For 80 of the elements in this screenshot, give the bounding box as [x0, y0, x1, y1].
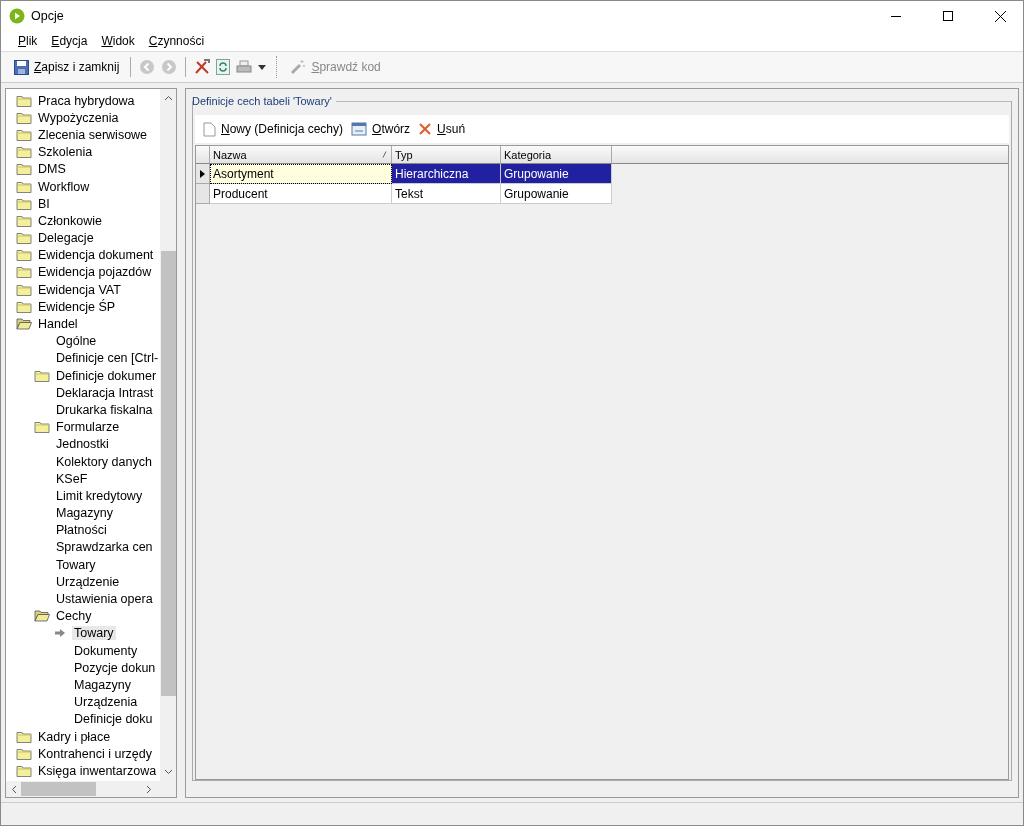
table-cell[interactable]: Producent	[210, 184, 392, 204]
tree-item[interactable]: Urządzenia	[72, 695, 140, 710]
tree-item[interactable]: Definicje dokumer	[54, 368, 159, 383]
tools-icon[interactable]	[194, 59, 211, 75]
vertical-scrollbar[interactable]	[160, 89, 176, 781]
table-cell[interactable]: Grupowanie	[501, 184, 612, 204]
menu-item[interactable]: Czynności	[141, 34, 212, 48]
arrow-icon	[54, 628, 66, 639]
tree-item[interactable]: Ogólne	[54, 334, 99, 349]
save-button[interactable]: Zapisz i zamknij	[11, 57, 123, 77]
tree-item[interactable]: Cechy	[54, 609, 94, 624]
menu-item[interactable]: Edycja	[44, 34, 95, 48]
table-cell[interactable]: Hierarchiczna	[392, 164, 501, 184]
maximize-icon[interactable]	[943, 11, 953, 21]
tree-item[interactable]: BI	[36, 196, 52, 211]
horizontal-scrollbar[interactable]	[6, 781, 176, 797]
menu-item[interactable]: Plik	[11, 34, 45, 48]
caret-icon[interactable]	[258, 64, 267, 70]
tree-item[interactable]: Drukarka fiskalna	[54, 402, 155, 417]
close-icon[interactable]	[994, 10, 1006, 22]
tree-item[interactable]: Ewidencja dokument	[36, 248, 156, 263]
tree-item[interactable]: Limit kredytowy	[54, 488, 145, 503]
tree-item[interactable]: Definicje cen [Ctrl-	[54, 351, 160, 366]
tree-item[interactable]: Towary	[54, 557, 98, 572]
tree-item[interactable]: Członkowie	[36, 213, 104, 228]
tree-item[interactable]: Wypożyczenia	[36, 110, 121, 125]
chevron-up-icon[interactable]	[163, 95, 173, 101]
tree-item[interactable]: Sprawdzarka cen	[54, 540, 155, 555]
tree-item[interactable]: Magazyny	[72, 677, 133, 692]
tree-item[interactable]: Ustawienia opera	[54, 592, 155, 607]
tree-item[interactable]: Jednostki	[54, 437, 111, 452]
tree-item[interactable]: Kolektory danych	[54, 454, 154, 469]
group-title: Definicje cech tabeli 'Towary'	[192, 95, 332, 107]
tree-item[interactable]: Zlecenia serwisowe	[36, 127, 150, 142]
tree-item[interactable]: Kadry i płace	[36, 729, 113, 744]
new-button[interactable]: Nowy (Definicja cechy)	[203, 121, 344, 137]
sort-icon[interactable]	[382, 151, 387, 158]
tree-item[interactable]: Handel	[36, 317, 80, 332]
column-header[interactable]: Typ	[395, 148, 413, 161]
column-header[interactable]: Kategoria	[504, 148, 552, 161]
tree-item[interactable]: Ewidencje ŚP	[36, 299, 118, 314]
tree-item[interactable]: Deklaracja Intrast	[54, 385, 156, 400]
tree-item[interactable]: Praca hybrydowa	[36, 93, 137, 108]
minimize-icon[interactable]	[891, 15, 901, 17]
magic-wand-icon	[290, 59, 307, 75]
chevron-down-icon[interactable]	[163, 769, 173, 775]
tree-item[interactable]: Definicje doku	[72, 712, 155, 727]
tree-item[interactable]: Pozycje dokun	[72, 660, 158, 675]
document-icon	[203, 121, 216, 137]
chevron-left-icon[interactable]	[11, 784, 17, 794]
tree-item[interactable]: KSeF	[54, 471, 90, 486]
open-button[interactable]: Otwórz	[351, 122, 411, 136]
tree-item[interactable]: Ewidencja VAT	[36, 282, 123, 297]
delete-button[interactable]: Usuń	[418, 122, 466, 136]
refresh-icon[interactable]	[216, 59, 231, 75]
tree-item[interactable]: Urządzenie	[54, 574, 122, 589]
form-icon	[351, 122, 368, 136]
tree-item[interactable]: Księga inwentarzowa	[36, 763, 159, 778]
chevron-right-icon[interactable]	[146, 784, 152, 794]
table-cell[interactable]: Tekst	[392, 184, 501, 204]
tree-item[interactable]: Workflow	[36, 179, 92, 194]
tree-item[interactable]: Delegacje	[36, 231, 96, 246]
tree-item[interactable]: Płatności	[54, 523, 109, 538]
tree-item[interactable]: Formularze	[54, 420, 122, 435]
tree-item[interactable]: Dokumenty	[72, 643, 140, 658]
current-row-icon	[200, 169, 205, 178]
tree-item[interactable]: Szkolenia	[36, 145, 95, 160]
tree-item[interactable]: Kontrahenci i urzędy	[36, 746, 154, 761]
close-icon	[418, 122, 433, 136]
menu-item[interactable]: Widok	[94, 34, 142, 48]
tree-item[interactable]: DMS	[36, 162, 68, 177]
tree-item[interactable]: Ewidencja pojazdów	[36, 265, 154, 280]
table-cell[interactable]: Grupowanie	[501, 164, 612, 184]
column-header[interactable]: Nazwa	[213, 148, 247, 161]
app-icon	[9, 8, 25, 24]
table-cell[interactable]: Asortyment	[210, 164, 392, 184]
row-header[interactable]	[196, 164, 210, 184]
tree-item[interactable]: Towary	[72, 626, 116, 641]
tree-item[interactable]: Magazyny	[54, 506, 115, 521]
window-title: Opcje	[31, 9, 65, 23]
